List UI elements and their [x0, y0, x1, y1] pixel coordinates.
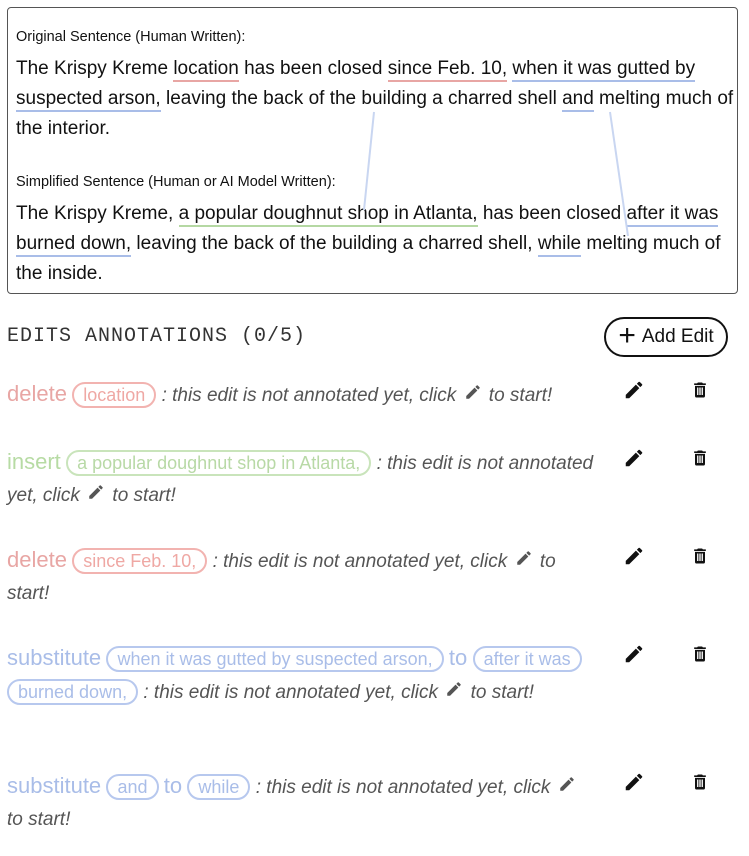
original-span-location[interactable]: location	[173, 58, 239, 82]
sentence-panel: Original Sentence (Human Written): The K…	[7, 7, 738, 294]
edit-source-chip[interactable]: when it was gutted by suspected arson,	[106, 646, 444, 672]
edit-type: insert	[7, 449, 61, 474]
edit-item-5: substitute and to while : this edit is n…	[7, 770, 597, 836]
original-label: Original Sentence (Human Written):	[16, 29, 246, 45]
edit-type: substitute	[7, 645, 102, 670]
edit-item-4: substitute when it was gutted by suspect…	[7, 642, 597, 709]
pencil-icon	[515, 546, 533, 578]
pencil-icon	[625, 773, 643, 791]
original-sentence: The Krispy Kreme location has been close…	[16, 58, 734, 139]
trash-icon	[694, 646, 706, 662]
pencil-icon	[87, 480, 105, 512]
pencil-icon	[625, 645, 643, 663]
edit-note: : this edit is not annotated yet, click	[143, 682, 439, 703]
edit-delete-button[interactable]	[686, 444, 714, 472]
edit-annotate-button[interactable]	[620, 640, 648, 668]
edit-to-label: to	[163, 773, 183, 798]
original-span-and[interactable]: and	[562, 88, 594, 112]
edit-delete-button[interactable]	[686, 640, 714, 668]
pencil-icon	[464, 380, 482, 412]
original-span-since[interactable]: since Feb. 10,	[387, 58, 508, 82]
edit-source-chip[interactable]: location	[72, 382, 157, 408]
edit-target-chip[interactable]: while	[187, 774, 251, 800]
edit-note: : this edit is not annotated yet, click	[161, 385, 457, 406]
edit-annotate-button[interactable]	[620, 376, 648, 404]
pencil-icon	[445, 677, 463, 709]
simplified-sentence: The Krispy Kreme, a popular doughnut sho…	[16, 203, 721, 284]
edit-delete-button[interactable]	[686, 768, 714, 796]
plus-icon: +	[618, 318, 636, 352]
pencil-icon	[625, 381, 643, 399]
simplified-span-doughnut[interactable]: a popular doughnut shop in Atlanta,	[178, 203, 478, 227]
edit-item-3: delete since Feb. 10, : this edit is not…	[7, 544, 597, 610]
edit-type: delete	[7, 547, 67, 572]
edit-delete-button[interactable]	[686, 376, 714, 404]
edit-note: : this edit is not annotated yet, click	[255, 777, 551, 798]
edit-item-1: delete location : this edit is not annot…	[7, 378, 597, 412]
edit-note: : this edit is not annotated yet, click	[212, 551, 508, 572]
add-edit-button[interactable]: + Add Edit	[604, 317, 728, 357]
edit-delete-button[interactable]	[686, 542, 714, 570]
edit-source-chip[interactable]: since Feb. 10,	[72, 548, 208, 574]
edit-source-chip[interactable]: a popular doughnut shop in Atlanta,	[66, 450, 372, 476]
edit-annotate-button[interactable]	[620, 444, 648, 472]
edit-source-chip[interactable]: and	[106, 774, 159, 800]
trash-icon	[694, 774, 706, 790]
pencil-icon	[625, 449, 643, 467]
edit-note-end: to start!	[488, 385, 553, 406]
pencil-icon	[558, 772, 576, 804]
edit-type: delete	[7, 381, 67, 406]
edit-to-label: to	[448, 645, 468, 670]
trash-icon	[694, 548, 706, 564]
edit-note-end: to start!	[112, 485, 176, 507]
edit-type: substitute	[7, 773, 102, 798]
edit-item-2: insert a popular doughnut shop in Atlant…	[7, 446, 597, 512]
simplified-span-while[interactable]: while	[537, 233, 582, 257]
add-edit-label: Add Edit	[641, 326, 714, 347]
edits-annotations-title: EDITS ANNOTATIONS (0/5)	[7, 325, 307, 348]
trash-icon	[694, 382, 706, 398]
pencil-icon	[625, 547, 643, 565]
trash-icon	[694, 450, 706, 466]
simplified-label: Simplified Sentence (Human or AI Model W…	[16, 174, 336, 190]
edit-annotate-button[interactable]	[620, 768, 648, 796]
edit-annotate-button[interactable]	[620, 542, 648, 570]
edit-note-end: to start!	[470, 682, 534, 703]
edit-note-end: to start!	[7, 809, 71, 830]
